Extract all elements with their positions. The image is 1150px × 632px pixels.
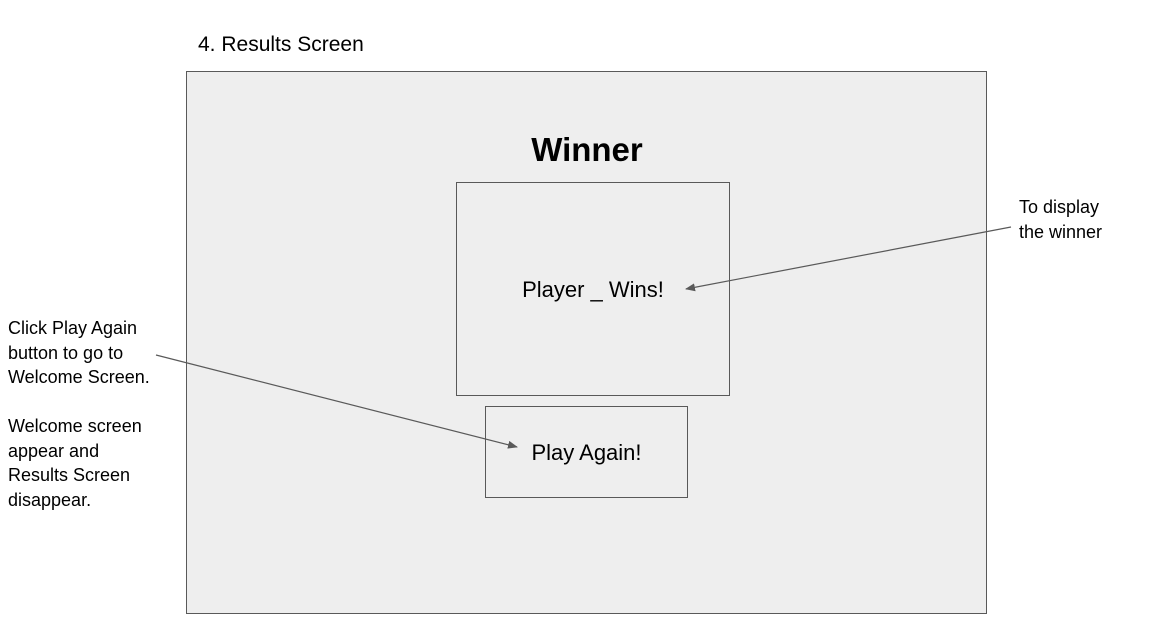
play-again-annotation-line: Click Play Again xyxy=(8,318,138,338)
winner-heading: Winner xyxy=(531,131,643,168)
play-again-annotation-line: disappear. xyxy=(8,489,92,510)
play-again-annotation-line: appear and xyxy=(8,440,100,461)
annotation-paragraph-gap xyxy=(8,390,178,415)
play-again-annotation-line: Welcome screen xyxy=(8,416,142,436)
winner-annotation-line: To display xyxy=(1019,197,1100,217)
winner-annotation: To display the winner xyxy=(1019,195,1144,244)
play-again-annotation: Click Play Again button to go to Welcome… xyxy=(8,316,178,512)
play-again-annotation-line: button to go to xyxy=(8,342,124,363)
results-screen-diagram: 4. Results Screen Winner Player _ Wins! … xyxy=(0,0,1150,632)
play-again-button[interactable] xyxy=(485,406,688,498)
winner-text: Player _ Wins! xyxy=(522,277,664,302)
winner-annotation-line: the winner xyxy=(1019,221,1103,242)
play-again-annotation-line: Welcome Screen. xyxy=(8,367,150,387)
play-again-annotation-line: Results Screen xyxy=(8,465,131,485)
section-title: 4. Results Screen xyxy=(198,33,364,56)
